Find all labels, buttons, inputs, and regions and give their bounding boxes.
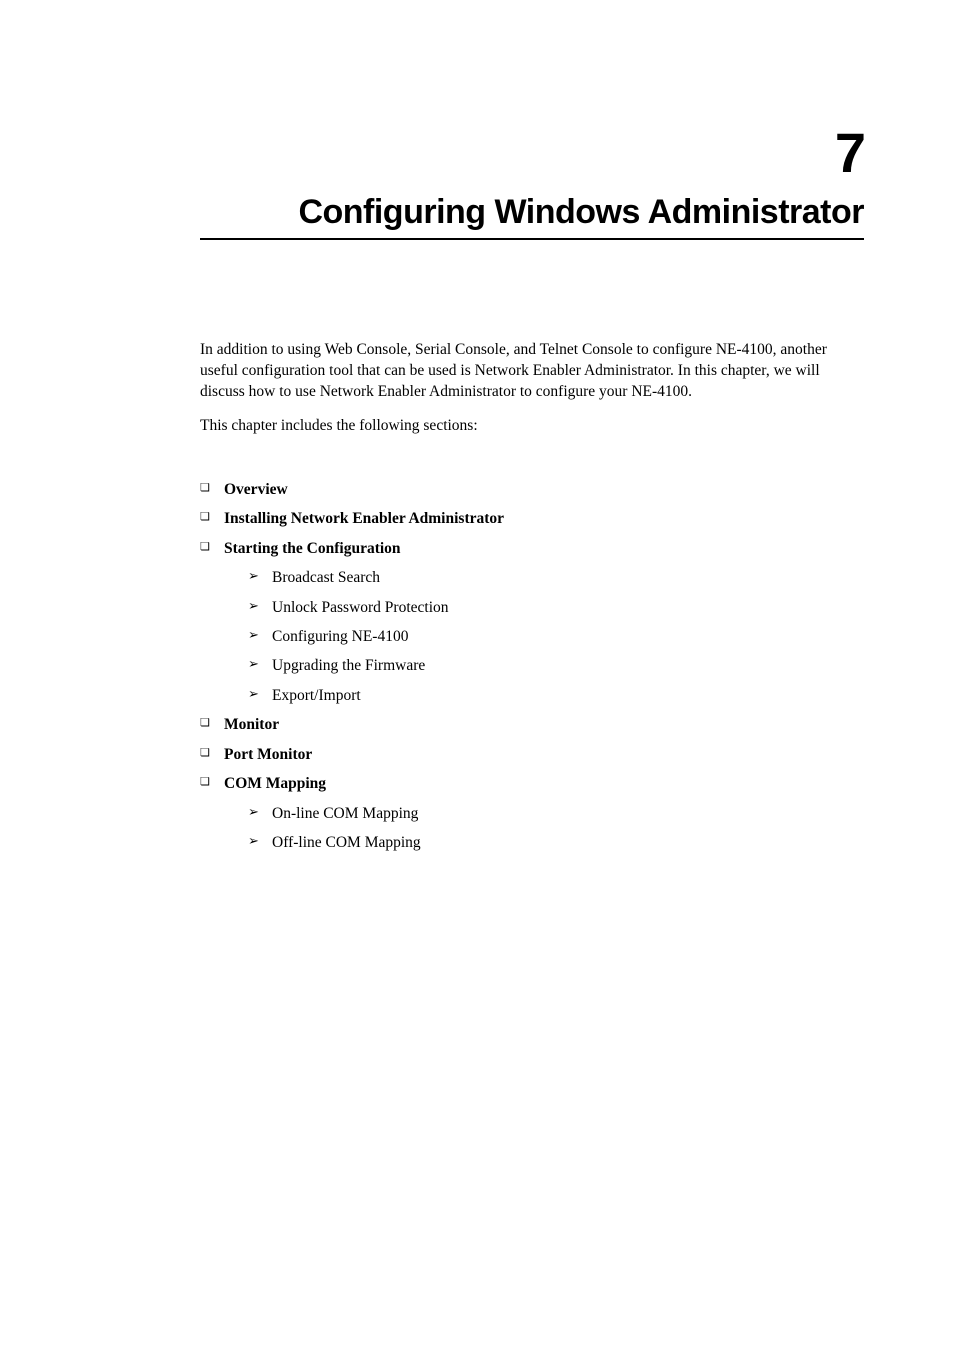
toc-entry: Installing Network Enabler Administrator	[200, 504, 864, 533]
intro-paragraph: In addition to using Web Console, Serial…	[200, 340, 864, 403]
toc-entry: On-line COM Mapping	[200, 799, 864, 828]
toc-entry: Upgrading the Firmware	[200, 651, 864, 680]
toc-entry: Off-line COM Mapping	[200, 828, 864, 857]
toc-entry: Broadcast Search	[200, 563, 864, 592]
toc-entry: COM Mapping	[200, 769, 864, 798]
toc-entry: Monitor	[200, 710, 864, 739]
toc-entry: Configuring NE-4100	[200, 622, 864, 651]
sections-intro: This chapter includes the following sect…	[200, 417, 864, 435]
chapter-title: Configuring Windows Administrator	[200, 193, 864, 240]
toc-entry: Overview	[200, 475, 864, 504]
toc-entry: Unlock Password Protection	[200, 593, 864, 622]
table-of-contents: Overview Installing Network Enabler Admi…	[200, 475, 864, 858]
toc-entry: Export/Import	[200, 681, 864, 710]
chapter-number: 7	[200, 120, 864, 185]
page-content: 7 Configuring Windows Administrator In a…	[0, 0, 954, 857]
toc-entry: Starting the Configuration	[200, 534, 864, 563]
toc-entry: Port Monitor	[200, 740, 864, 769]
